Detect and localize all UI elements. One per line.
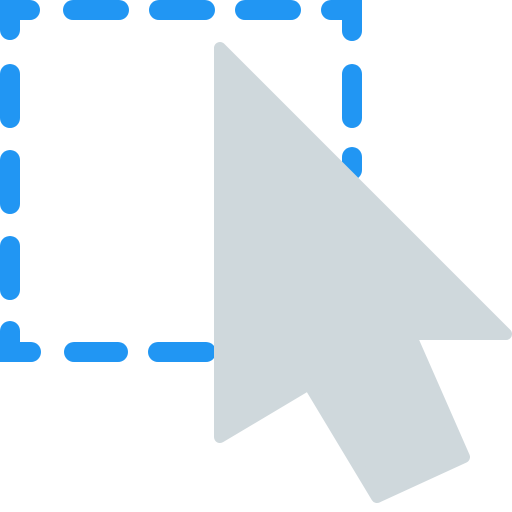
selection-cursor-graphic (0, 0, 512, 503)
selection-corner-bottom-left (0, 321, 41, 362)
selection-cursor-icon (0, 0, 512, 512)
mouse-pointer-arrow-icon (214, 42, 512, 503)
selection-corner-top-left (0, 0, 40, 40)
selection-corner-top-right (321, 0, 362, 41)
